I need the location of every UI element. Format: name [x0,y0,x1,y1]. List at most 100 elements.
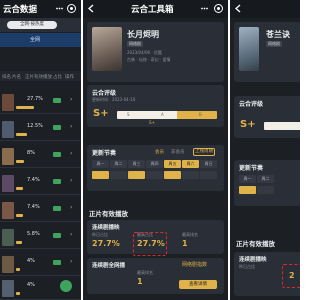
app-title: 云合数据 [3,5,38,15]
title-bar: 云合数据 [0,0,81,18]
day-fri: 周五 [164,160,181,168]
schedule-title: 更新节奏 [239,165,264,172]
view-detail-button[interactable]: 查看详情 [179,280,217,289]
play-card1-title: 连续剧播映 [239,257,267,263]
drama-title: 苍兰诀 [266,30,290,39]
app-title: 云合工具箱 [131,5,174,15]
float-action-button[interactable] [60,280,72,292]
col-share: 占比 [53,75,62,80]
play-card1-title: 连续剧播映 [92,225,120,231]
table-header: 排名 片名 正片有效播放 占比 操作 [0,71,81,81]
table-row[interactable]: 4% › [0,253,81,276]
poster-thumb [2,121,14,138]
table-row[interactable]: 4% [0,277,81,300]
row-value: 5.8% [27,231,40,237]
play-section-title: 正片有效播放 [89,210,128,218]
play-section-title: 正片有效播放 [236,240,275,248]
chevron-right-icon[interactable]: › [70,96,72,103]
more-icon[interactable] [54,3,65,14]
trend-badge [53,152,61,157]
trend-badge [53,125,61,130]
col-rank: 排名 [2,75,11,80]
poster-thumb [2,256,14,273]
schedule-slot [128,171,145,179]
schedule-card: 更新节奏 会员 非会员 上线周期 周一 周二 周三 周四 周五 周六 周日 [87,145,224,191]
share-bar [16,106,34,109]
tab-member[interactable]: 会员 [155,149,164,155]
schedule-title: 更新节奏 [92,150,117,157]
day-sun: 周日 [200,160,217,168]
schedule-slot [257,186,274,194]
share-bar [16,187,23,190]
day-thu: 周四 [146,160,163,168]
row-value: 4% [27,258,35,264]
rating-card: 云合评级 S+ [234,96,300,138]
drama-info-card: 苍兰诀 网络剧 [234,22,300,82]
row-value: 27.7% [27,96,43,102]
filter-toggle[interactable]: 全网·按热度 [7,21,57,29]
title-bar: 云合工具箱 [83,0,228,18]
trend-badge [53,179,61,184]
day-wed: 周三 [128,160,145,168]
table-row[interactable]: 5.8% › [0,226,81,249]
poster-thumb [2,94,14,111]
drama-poster[interactable] [239,27,259,71]
row-value: 12.5% [27,123,43,129]
day-tue: 周二 [257,175,274,183]
col-action: 操作 [65,75,74,80]
table-row[interactable]: 7.4% › [0,199,81,222]
share-bar [16,268,20,271]
play-card2-label: 网络剧指数 [182,262,208,268]
play-card1-value1: 27.7% [92,239,120,248]
day-tue: 周二 [110,160,127,168]
rating-grade: S+ [240,119,256,130]
chevron-right-icon[interactable]: › [70,150,72,157]
chevron-right-icon[interactable]: › [70,123,72,130]
rating-scale-s: S [127,112,130,117]
share-bar [16,214,23,217]
day-mon: 周一 [239,175,256,183]
rating-scale-bar: S A B [117,111,217,119]
drama-desc: 古装 · 仙侠 · 奇幻 · 爱情 [127,57,171,62]
schedule-slot [200,171,217,179]
table-row[interactable]: 8% › [0,145,81,168]
row-value: 4% [27,282,35,288]
trend-badge [53,260,61,265]
ranking-screen: 云合数据 全网·按热度 全网 排名 片名 正片有效播放 占比 操作 27.7% … [0,0,81,300]
chevron-right-icon[interactable]: › [70,258,72,265]
schedule-slot [182,171,199,179]
poster-thumb [2,148,14,165]
play-card-2: 连续剧全网播 网络剧指数 最高排名 1 查看详情 [87,258,224,294]
schedule-card: 更新节奏 周一 周二 [234,160,300,206]
poster-thumb [2,229,14,246]
chevron-right-icon[interactable]: › [70,177,72,184]
highlight-box [282,264,300,288]
drama-meta: 2023/04/06 · 优酷 [127,50,162,55]
rating-scale-b: B [199,112,202,117]
close-icon[interactable] [66,3,77,14]
poster-thumb [2,175,14,192]
table-row[interactable]: 27.7% › [0,91,81,114]
tab-online-cycle[interactable]: 上线周期 [193,148,215,156]
play-card2-title: 连续剧全网播 [92,263,126,269]
rating-title: 云合评级 [239,101,264,108]
row-value: 7.4% [27,204,40,210]
close-icon[interactable] [213,3,224,14]
rating-card: 云合评级 更新时间：2023-04-10 S+ S A B S+ [87,85,224,127]
chevron-right-icon[interactable]: › [70,231,72,238]
drama-poster[interactable] [92,27,122,71]
schedule-slot [110,171,127,179]
tab-all[interactable]: 全网 [30,36,40,43]
table-row[interactable]: 12.5% › [0,118,81,141]
back-icon[interactable] [233,3,244,14]
back-icon[interactable] [86,3,97,14]
more-icon[interactable] [199,3,210,14]
table-row[interactable]: 7.4% › [0,172,81,195]
play-card1-label3: 最高排名 [182,232,198,237]
day-sat: 周六 [182,160,199,168]
rating-pointer: S+ [149,120,155,125]
title-bar [230,0,300,18]
tab-non-member[interactable]: 非会员 [171,149,185,155]
chevron-right-icon[interactable]: › [70,204,72,211]
screenshot-collage: 云合数据 全网·按热度 全网 排名 片名 正片有效播放 占比 操作 27.7% … [0,0,300,300]
